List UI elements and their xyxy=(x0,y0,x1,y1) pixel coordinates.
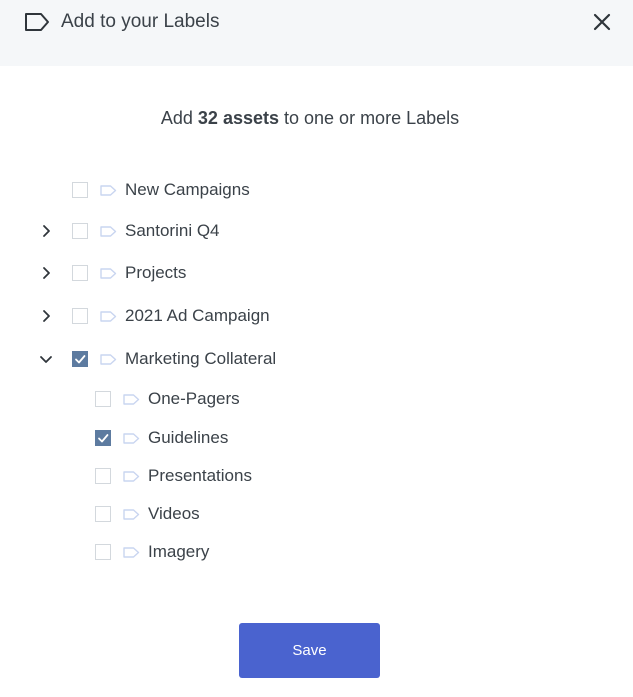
label-row[interactable]: 2021 Ad Campaign xyxy=(0,302,400,330)
modal-subtitle: Add 32 assets to one or more Labels xyxy=(0,106,620,130)
label-row[interactable]: One-Pagers xyxy=(0,385,400,413)
label-row[interactable]: New Campaigns xyxy=(0,176,400,204)
label-checkbox[interactable] xyxy=(95,544,111,560)
label-checkbox[interactable] xyxy=(72,223,88,239)
subtitle-suffix: to one or more Labels xyxy=(284,108,460,128)
label-name: Videos xyxy=(148,504,200,523)
label-checkbox[interactable] xyxy=(72,182,88,198)
label-row[interactable]: Presentations xyxy=(0,462,400,490)
label-checkbox[interactable] xyxy=(95,430,111,446)
save-button[interactable]: Save xyxy=(239,623,380,678)
label-checkbox[interactable] xyxy=(72,351,88,367)
label-tag-icon xyxy=(100,226,117,237)
label-checkbox[interactable] xyxy=(72,265,88,281)
asset-count: 32 assets xyxy=(197,108,279,128)
label-tag-icon xyxy=(123,394,140,405)
label-name: Projects xyxy=(125,263,187,282)
label-name: Marketing Collateral xyxy=(125,349,277,368)
label-name: Imagery xyxy=(148,542,210,561)
chevron-right-icon[interactable] xyxy=(38,265,54,281)
label-row[interactable]: Videos xyxy=(0,500,400,528)
chevron-right-icon[interactable] xyxy=(38,223,54,239)
label-row[interactable]: Imagery xyxy=(0,538,400,566)
label-checkbox[interactable] xyxy=(72,308,88,324)
label-tag-icon xyxy=(25,13,49,31)
label-row[interactable]: Guidelines xyxy=(0,424,400,452)
label-tag-icon xyxy=(123,509,140,520)
chevron-right-icon[interactable] xyxy=(38,308,54,324)
checkmark-icon xyxy=(98,434,109,443)
chevron-down-icon[interactable] xyxy=(38,351,54,367)
modal-title: Add to your Labels xyxy=(61,11,220,32)
label-tag-icon xyxy=(123,471,140,482)
label-tag-icon xyxy=(100,354,117,365)
label-name: 2021 Ad Campaign xyxy=(125,306,270,325)
label-tag-icon xyxy=(123,433,140,444)
label-row[interactable]: Marketing Collateral xyxy=(0,345,400,373)
modal-header: Add to your Labels xyxy=(0,0,633,66)
label-name: Presentations xyxy=(148,466,252,485)
checkmark-icon xyxy=(75,355,86,364)
label-tag-icon xyxy=(100,311,117,322)
add-to-labels-modal: Add to your Labels Add 32 assets to one … xyxy=(0,0,633,697)
label-row[interactable]: Projects xyxy=(0,259,400,287)
label-name: Santorini Q4 xyxy=(125,221,220,240)
label-name: One-Pagers xyxy=(148,389,240,408)
label-checkbox[interactable] xyxy=(95,391,111,407)
label-tag-icon xyxy=(123,547,140,558)
label-name: Guidelines xyxy=(148,428,229,447)
label-name: New Campaigns xyxy=(125,180,250,199)
subtitle-prefix: Add xyxy=(160,108,193,128)
label-tag-icon xyxy=(100,185,117,196)
close-icon[interactable] xyxy=(589,9,615,35)
label-row[interactable]: Santorini Q4 xyxy=(0,217,400,245)
label-checkbox[interactable] xyxy=(95,468,111,484)
label-checkbox[interactable] xyxy=(95,506,111,522)
label-tag-icon xyxy=(100,268,117,279)
